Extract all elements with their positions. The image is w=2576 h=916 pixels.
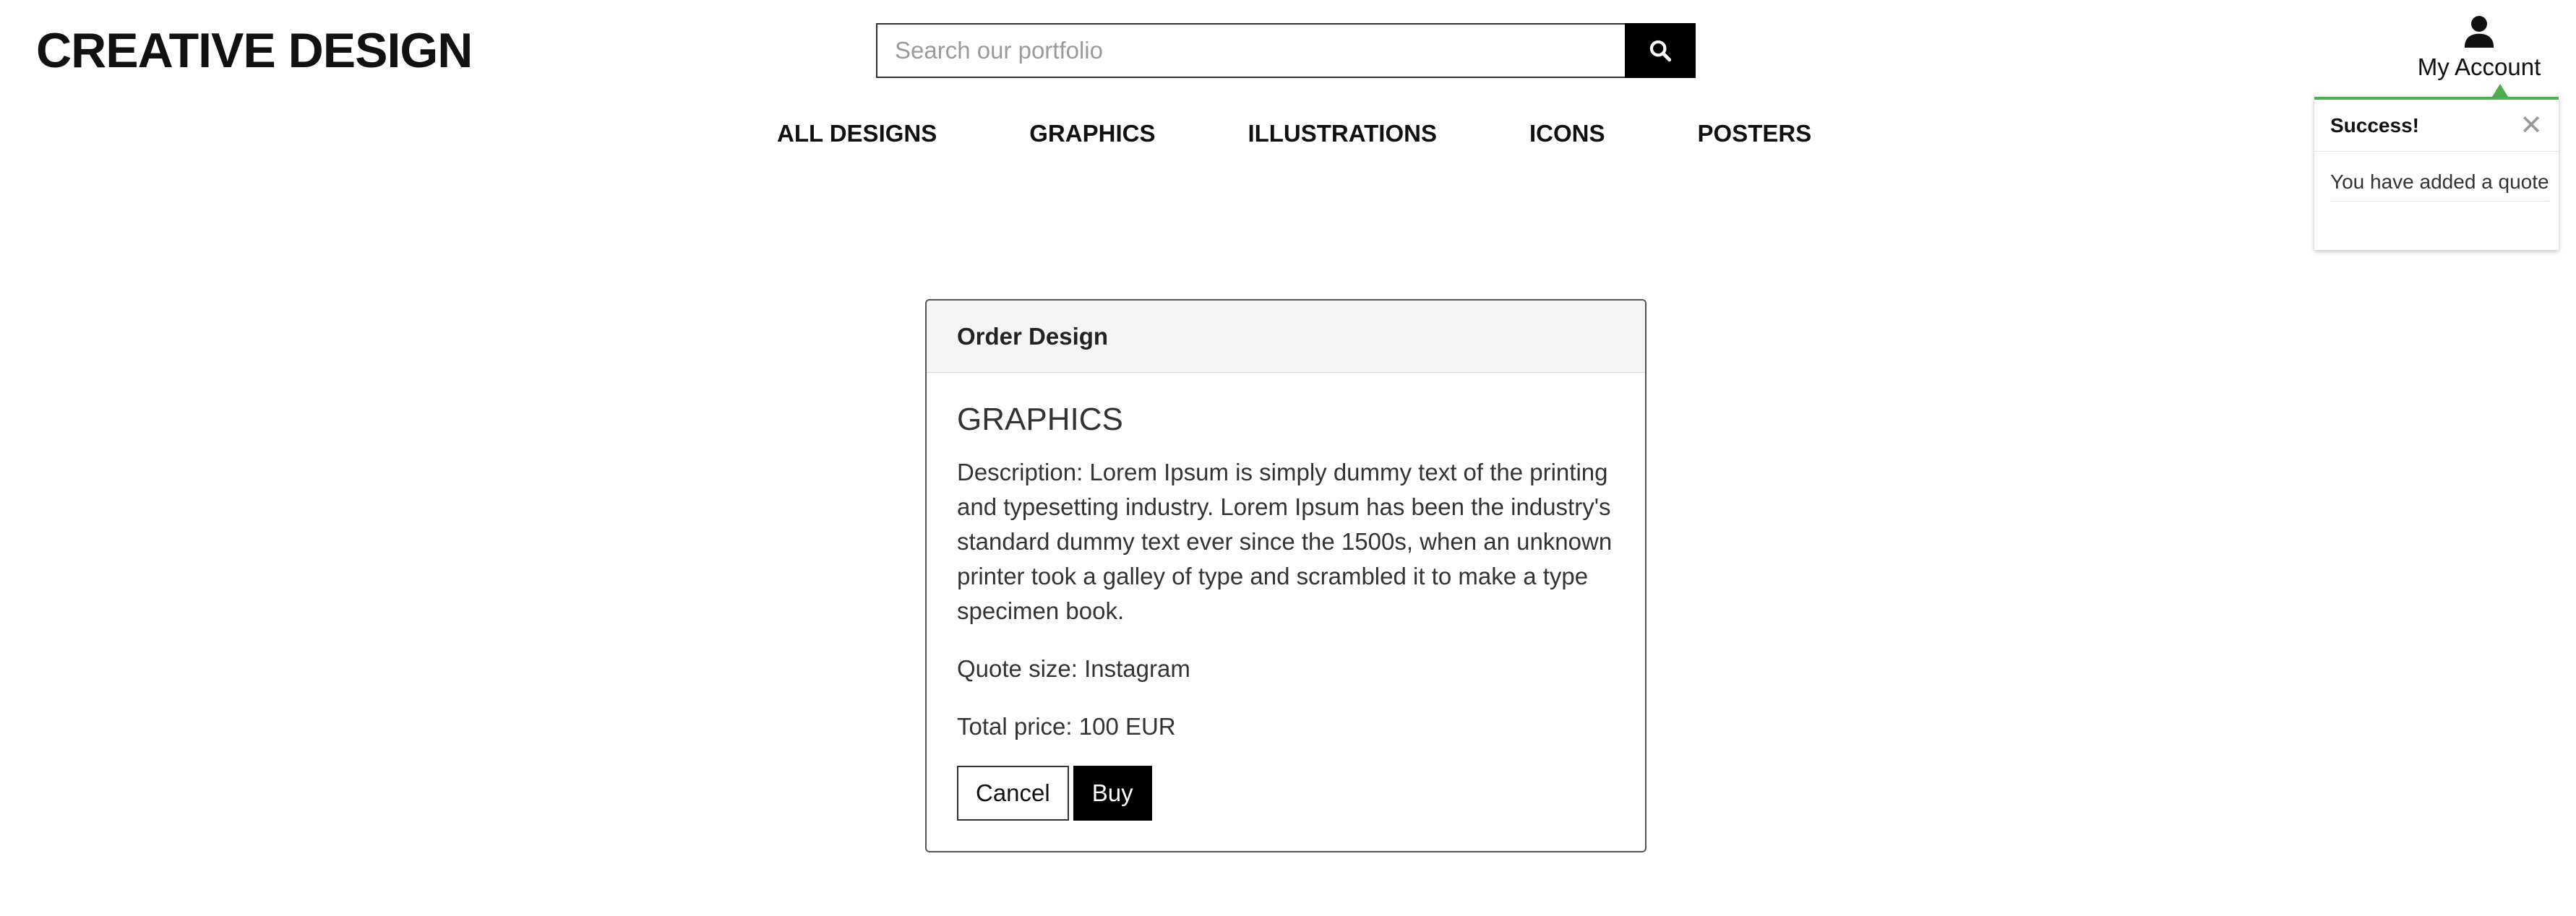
order-design-panel: Order Design GRAPHICS Description: Lorem… (925, 299, 1647, 852)
my-account-link[interactable]: My Account (2400, 14, 2559, 81)
success-toast: Success! ✕ You have added a quote (2314, 97, 2559, 250)
search-button[interactable] (1625, 23, 1696, 78)
panel-body: GRAPHICS Description: Lorem Ipsum is sim… (927, 373, 1645, 821)
total-price: Total price: 100 EUR (957, 713, 1176, 740)
design-description: Description: Lorem Ipsum is simply dummy… (957, 459, 1613, 624)
toast-body: You have added a quote (2314, 152, 2559, 202)
panel-header: Order Design (927, 301, 1645, 373)
search-icon (1649, 40, 1672, 62)
nav-item-icons[interactable]: ICONS (1529, 120, 1605, 147)
nav-item-posters[interactable]: POSTERS (1698, 120, 1812, 147)
toast-header: Success! ✕ (2314, 100, 2559, 152)
order-actions: Cancel Buy (957, 766, 1615, 821)
user-icon (2464, 16, 2494, 48)
page: CREATIVE DESIGN My Account ALL DESIGNS G… (0, 0, 2576, 916)
toast-pointer (2492, 84, 2508, 97)
nav-item-all-designs[interactable]: ALL DESIGNS (777, 120, 937, 147)
main-nav: ALL DESIGNS GRAPHICS ILLUSTRATIONS ICONS… (777, 120, 1811, 147)
toast-message: You have added a quote (2330, 170, 2549, 202)
search-bar (876, 23, 1696, 78)
search-input[interactable] (876, 23, 1625, 78)
design-name: GRAPHICS (957, 402, 1123, 437)
nav-item-illustrations[interactable]: ILLUSTRATIONS (1248, 120, 1437, 147)
nav-item-graphics[interactable]: GRAPHICS (1029, 120, 1155, 147)
quote-size: Quote size: Instagram (957, 655, 1190, 682)
cancel-button[interactable]: Cancel (957, 766, 1069, 821)
close-icon[interactable]: ✕ (2520, 112, 2543, 139)
my-account-label: My Account (2417, 53, 2541, 80)
panel-title: Order Design (957, 322, 1109, 350)
site-logo[interactable]: CREATIVE DESIGN (36, 20, 473, 81)
toast-title: Success! (2330, 113, 2419, 137)
buy-button[interactable]: Buy (1073, 766, 1152, 821)
